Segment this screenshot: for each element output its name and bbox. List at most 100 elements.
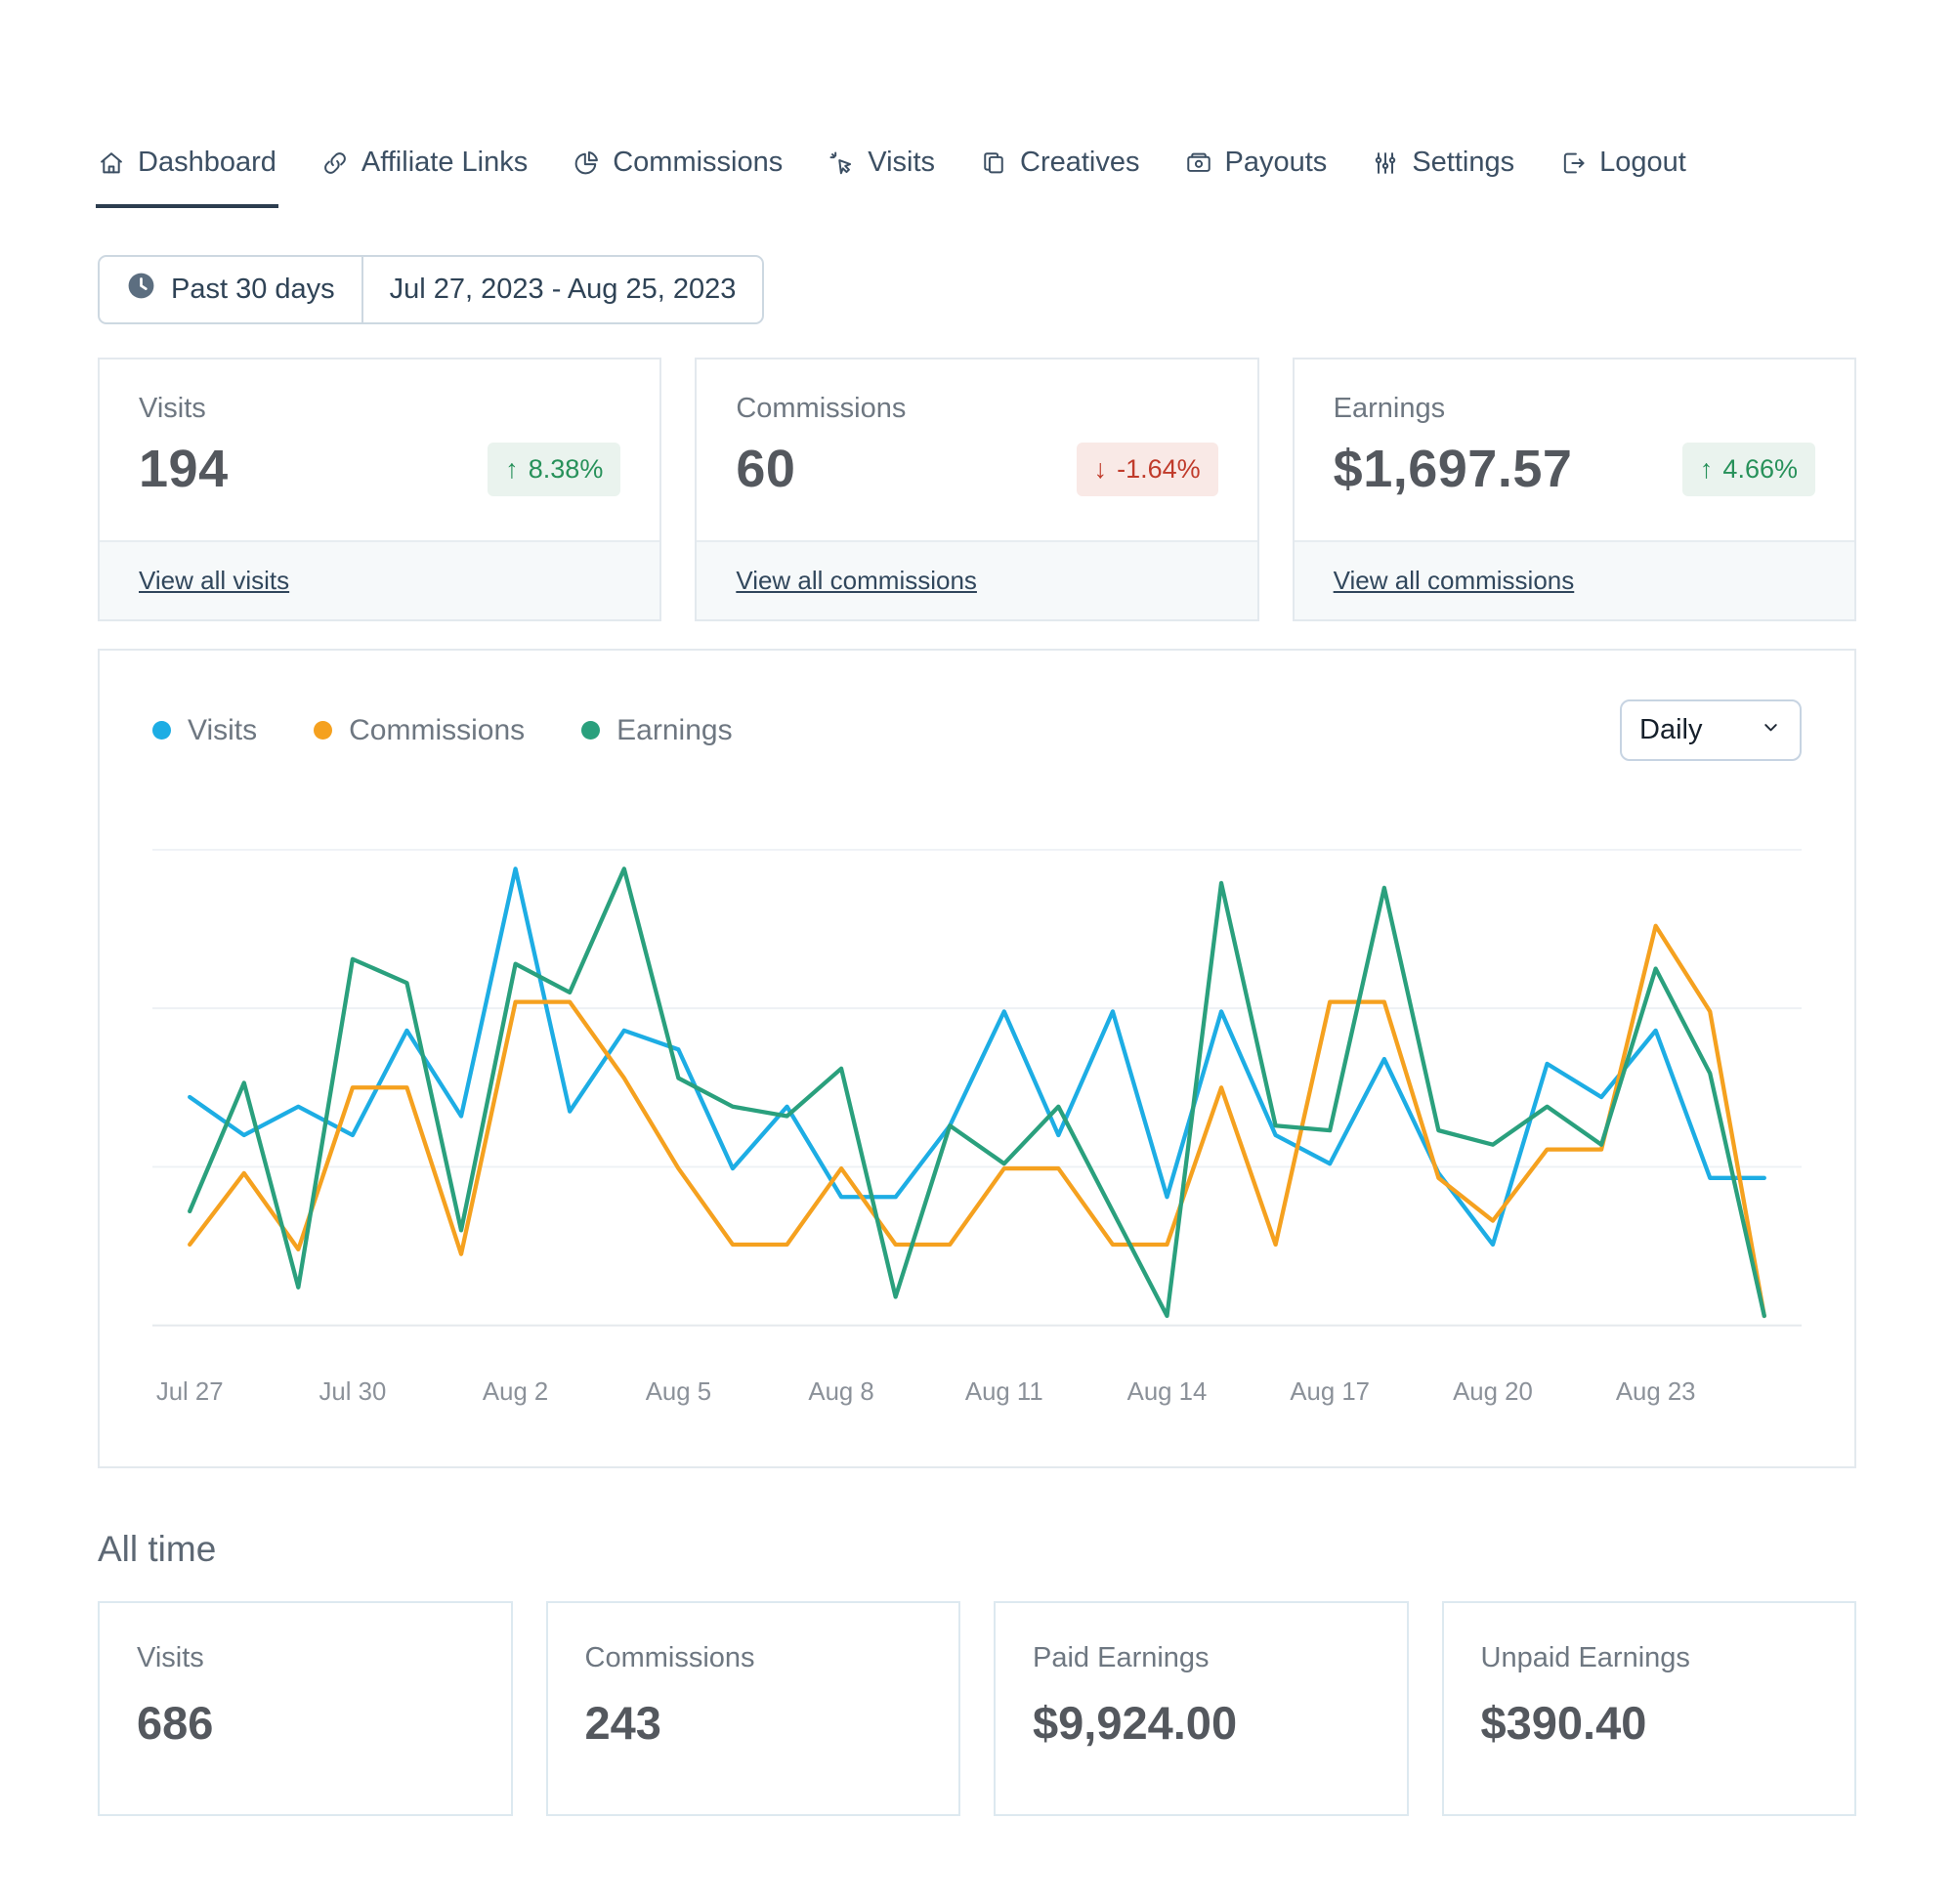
stat-card-label: Commissions [736, 393, 907, 424]
chart-area: Jul 27 Jul 30 Aug 2 Aug 5 Aug 8 Aug 11 Aug 14 A… [152, 784, 1802, 1437]
nav-item-dashboard[interactable]: Dashboard [96, 147, 278, 208]
dashboard-page: Dashboard Affiliate Links Commissions Visit… [0, 0, 1954, 1904]
chart-header: Visits Commissions Earnings Daily [152, 699, 1802, 761]
legend-label: Visits [188, 713, 258, 746]
stat-card-earnings: Earnings $1,697.57 ↑ 4.66% View all commissi… [1292, 358, 1856, 621]
date-filter: Past 30 days Jul 27, 2023 - Aug 25, 2023 [98, 255, 765, 324]
all-time-card-label: Visits [137, 1642, 204, 1674]
pages-icon [980, 149, 1007, 177]
date-preset-label: Past 30 days [171, 274, 335, 305]
nav-item-label: Dashboard [138, 147, 276, 178]
arrow-up-icon: ↑ [1699, 453, 1714, 484]
series-line-earnings [188, 867, 1766, 1319]
stat-card-value-row: 60 ↓ -1.64% [736, 439, 1218, 499]
stat-card-value: 60 [736, 440, 796, 498]
legend-item-visits[interactable]: Visits [152, 714, 257, 747]
chart-card: Visits Commissions Earnings Daily Jul 27 Ju… [98, 649, 1856, 1469]
x-tick-label: Aug 5 [646, 1378, 711, 1406]
legend-item-commissions[interactable]: Commissions [314, 714, 525, 747]
stat-cards-row: Visits 194 ↑ 8.38% View all visits Commission… [98, 358, 1856, 621]
legend-dot-icon [581, 721, 601, 740]
nav-item-label: Logout [1599, 147, 1686, 178]
x-tick-label: Jul 27 [156, 1378, 224, 1406]
x-tick-label: Aug 2 [483, 1378, 548, 1406]
all-time-card-paid-earnings: Paid Earnings $9,924.00 [994, 1601, 1409, 1817]
view-all-link[interactable]: View all visits [139, 566, 289, 595]
stat-card-body: Earnings $1,697.57 ↑ 4.66% [1295, 360, 1854, 540]
series-line-visits [188, 867, 1766, 1248]
all-time-card-label: Unpaid Earnings [1480, 1642, 1690, 1674]
logout-icon [1559, 149, 1587, 177]
change-value: -1.64% [1117, 453, 1201, 484]
stat-card-value: $1,697.57 [1333, 440, 1573, 498]
all-time-cards-row: Visits 686 Commissions 243 Paid Earnings $9,9… [98, 1601, 1856, 1817]
stat-card-footer: View all visits [100, 540, 660, 619]
x-tick-label: Aug 11 [965, 1378, 1043, 1406]
stat-card-value: 194 [139, 440, 229, 498]
all-time-card-visits: Visits 686 [98, 1601, 513, 1817]
stat-card-label: Earnings [1333, 393, 1446, 424]
nav-item-payouts[interactable]: Payouts [1185, 147, 1328, 208]
sliders-icon [1372, 149, 1399, 177]
change-badge: ↑ 8.38% [488, 442, 621, 496]
all-time-card-value: $9,924.00 [1033, 1697, 1238, 1750]
stat-card-commissions: Commissions 60 ↓ -1.64% View all commissions [695, 358, 1259, 621]
clock-icon [126, 271, 156, 309]
change-badge: ↓ -1.64% [1076, 442, 1218, 496]
nav-item-settings[interactable]: Settings [1372, 147, 1514, 208]
change-badge: ↑ 4.66% [1681, 442, 1815, 496]
nav-item-affiliate-links[interactable]: Affiliate Links [321, 147, 528, 208]
stat-card-value-row: $1,697.57 ↑ 4.66% [1334, 439, 1815, 499]
link-icon [321, 149, 349, 177]
stat-card-value-row: 194 ↑ 8.38% [139, 439, 621, 499]
change-value: 4.66% [1722, 453, 1798, 484]
date-range-label: Jul 27, 2023 - Aug 25, 2023 [389, 274, 737, 305]
legend-label: Earnings [616, 713, 733, 746]
chart-legend: Visits Commissions Earnings [152, 714, 733, 747]
cash-icon [1185, 149, 1212, 177]
stat-card-label: Visits [139, 393, 206, 424]
nav-item-label: Payouts [1224, 147, 1328, 178]
all-time-card-commissions: Commissions 243 [545, 1601, 960, 1817]
chevron-down-icon [1760, 714, 1782, 746]
stat-card-body: Commissions 60 ↓ -1.64% [697, 360, 1256, 540]
nav-item-label: Settings [1412, 147, 1515, 178]
date-range-button[interactable]: Jul 27, 2023 - Aug 25, 2023 [361, 257, 763, 322]
nav-item-label: Commissions [613, 147, 784, 178]
view-all-link[interactable]: View all commissions [736, 566, 977, 595]
date-preset-button[interactable]: Past 30 days [100, 257, 361, 322]
all-time-card-value: $390.40 [1480, 1697, 1647, 1750]
legend-label: Commissions [349, 713, 526, 746]
all-time-card-label: Paid Earnings [1033, 1642, 1210, 1674]
x-tick-label: Aug 20 [1453, 1378, 1533, 1406]
nav-item-visits[interactable]: Visits [828, 147, 935, 208]
change-value: 8.38% [528, 453, 604, 484]
nav-item-label: Creatives [1020, 147, 1140, 178]
all-time-card-value: 243 [584, 1697, 661, 1750]
all-time-card-unpaid-earnings: Unpaid Earnings $390.40 [1441, 1601, 1856, 1817]
legend-item-earnings[interactable]: Earnings [581, 713, 733, 747]
nav-item-label: Affiliate Links [361, 147, 529, 178]
arrow-up-icon: ↑ [505, 453, 519, 484]
stat-card-body: Visits 194 ↑ 8.38% [100, 360, 659, 540]
legend-dot-icon [314, 721, 333, 740]
home-icon [98, 149, 125, 177]
x-tick-label: Aug 14 [1127, 1378, 1208, 1406]
stat-card-footer: View all commissions [1294, 540, 1854, 619]
view-all-link[interactable]: View all commissions [1334, 566, 1575, 595]
pie-chart-icon [573, 149, 600, 177]
all-time-card-value: 686 [137, 1697, 214, 1750]
all-time-title: All time [98, 1529, 217, 1570]
nav-item-label: Visits [868, 147, 936, 178]
line-chart: Jul 27 Jul 30 Aug 2 Aug 5 Aug 8 Aug 11 Aug 14 A… [152, 848, 1802, 1406]
cursor-click-icon [828, 149, 855, 177]
x-tick-label: Aug 17 [1290, 1378, 1370, 1406]
all-time-card-label: Commissions [584, 1642, 755, 1674]
nav-item-commissions[interactable]: Commissions [573, 147, 783, 208]
legend-dot-icon [152, 721, 171, 740]
nav-item-logout[interactable]: Logout [1559, 147, 1686, 208]
interval-select[interactable]: Daily [1620, 699, 1802, 761]
nav-item-creatives[interactable]: Creatives [980, 147, 1140, 208]
stat-card-footer: View all commissions [697, 540, 1257, 619]
x-tick-label: Aug 8 [808, 1378, 873, 1406]
